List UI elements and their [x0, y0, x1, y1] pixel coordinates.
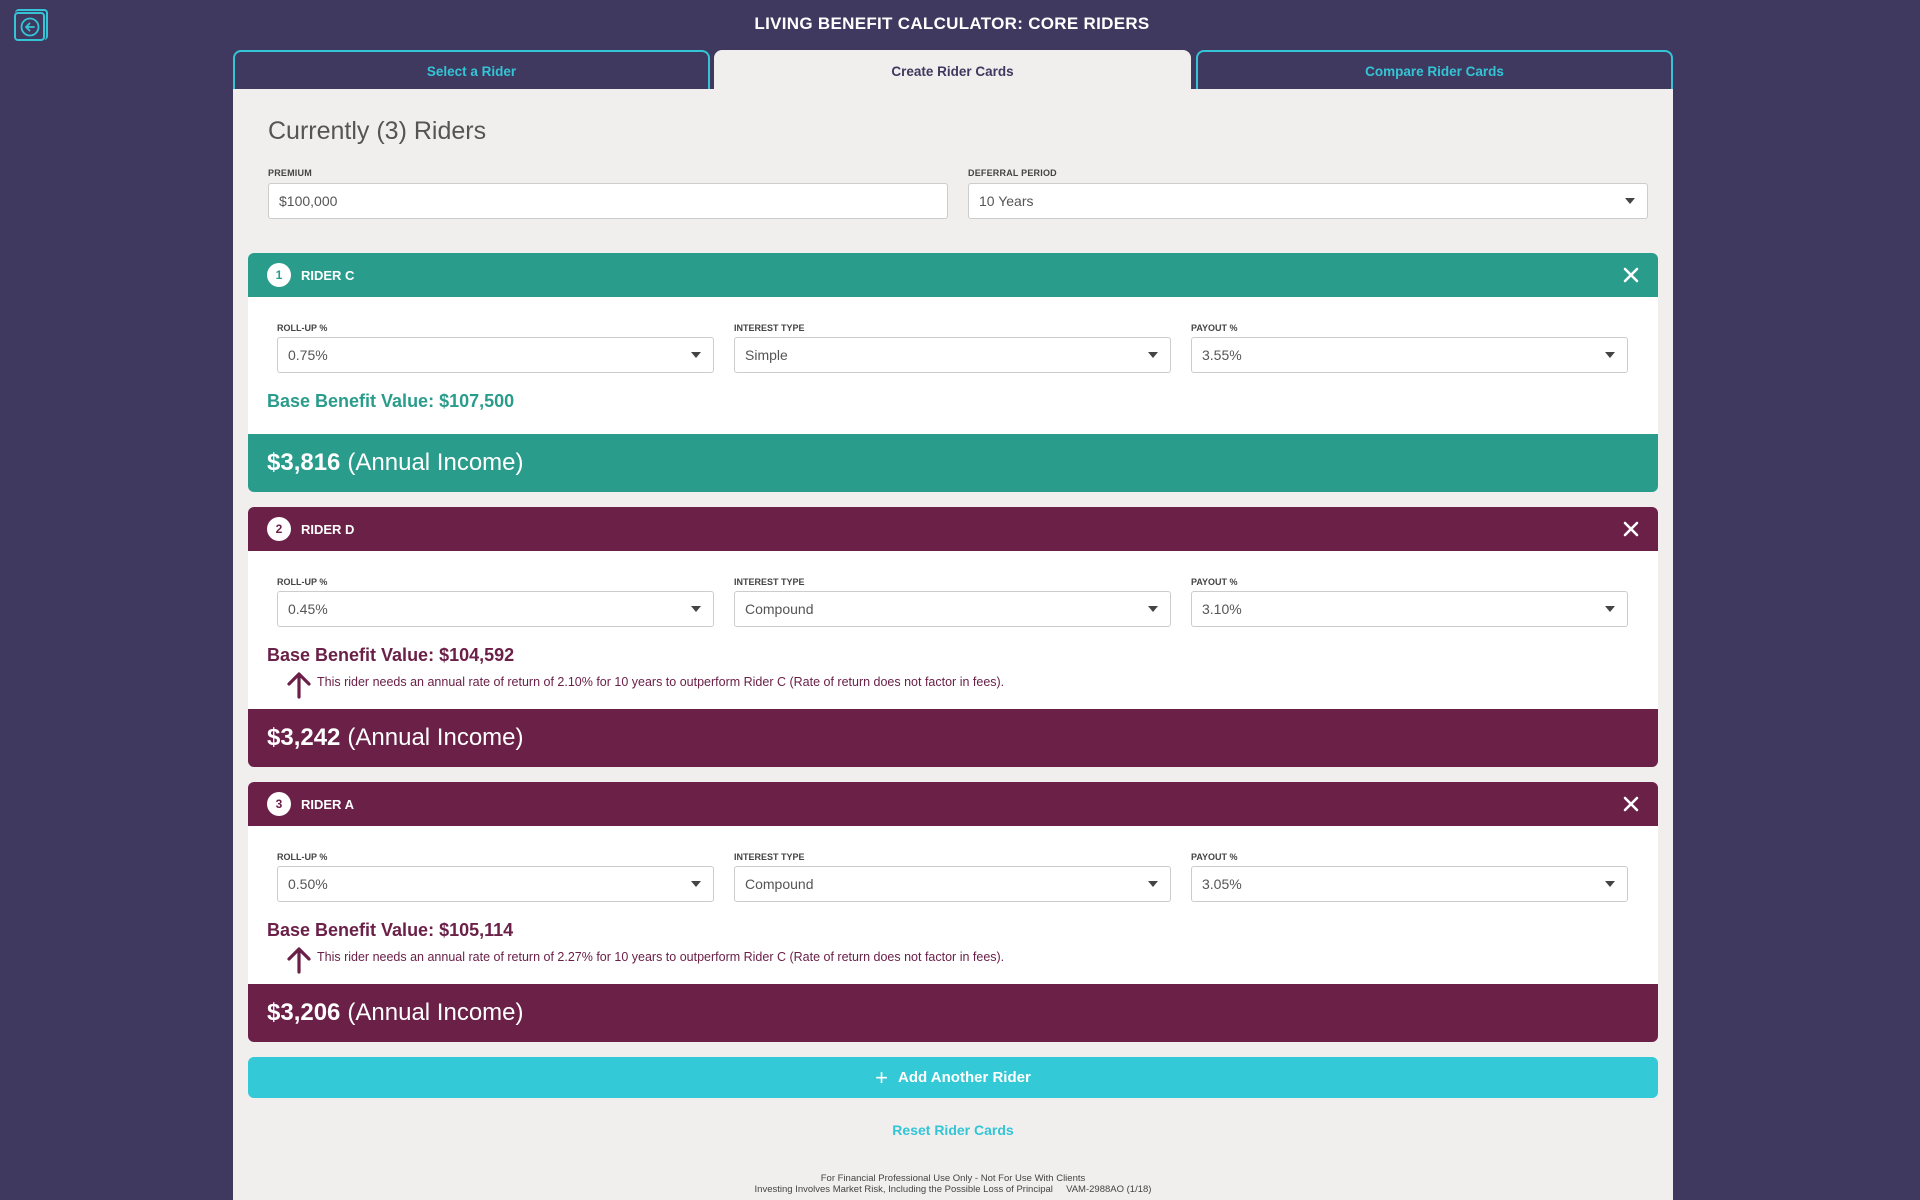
arrow-up-icon — [287, 947, 311, 974]
footer-disclaimer: For Financial Professional Use Only - No… — [233, 1173, 1673, 1195]
rollup-label: ROLL-UP % — [277, 323, 328, 333]
chevron-down-icon — [1148, 881, 1158, 887]
chevron-down-icon — [1148, 352, 1158, 358]
interest-label: INTEREST TYPE — [734, 852, 805, 862]
payout-select[interactable]: 3.55% — [1191, 337, 1628, 373]
rollup-label: ROLL-UP % — [277, 852, 328, 862]
tab-bar: Select a Rider Create Rider Cards Compar… — [233, 50, 1673, 90]
rate-of-return-note: This rider needs an annual rate of retur… — [317, 950, 1005, 964]
deferral-label: DEFERRAL PERIOD — [968, 168, 1057, 178]
chevron-down-icon — [1605, 881, 1615, 887]
scrollbar[interactable] — [1904, 0, 1920, 1200]
footer-line-1: For Financial Professional Use Only - No… — [820, 1173, 1086, 1184]
reset-rider-cards-link[interactable]: Reset Rider Cards — [233, 1122, 1673, 1138]
rollup-select[interactable]: 0.50% — [277, 866, 714, 902]
arrow-up-icon — [287, 672, 311, 699]
chevron-down-icon — [691, 352, 701, 358]
chevron-down-icon — [691, 606, 701, 612]
base-benefit-value: Base Benefit Value: $105,114 — [267, 920, 514, 940]
chevron-down-icon — [1625, 198, 1635, 204]
payout-label: PAYOUT % — [1191, 852, 1238, 862]
interest-value: Compound — [745, 601, 814, 617]
rollup-value: 0.50% — [288, 876, 328, 892]
rider-name: RIDER D — [301, 521, 355, 537]
interest-label: INTEREST TYPE — [734, 323, 805, 333]
main-panel: Currently (3) Riders PREMIUM $100,000 DE… — [233, 89, 1673, 1200]
rider-name: RIDER A — [301, 796, 354, 812]
interest-value: Simple — [745, 347, 788, 363]
chevron-down-icon — [691, 881, 701, 887]
rollup-select[interactable]: 0.45% — [277, 591, 714, 627]
close-icon[interactable] — [1622, 795, 1640, 813]
rollup-value: 0.45% — [288, 601, 328, 617]
interest-label: INTEREST TYPE — [734, 577, 805, 587]
payout-value: 3.05% — [1202, 876, 1242, 892]
income-label: (Annual Income) — [347, 999, 524, 1026]
income-amount: $3,242 — [267, 724, 341, 751]
rider-card-3: 3 RIDER A ROLL-UP % 0.50% INTEREST TYPE … — [248, 782, 1658, 1042]
footer-line-2: Investing Involves Market Risk, Includin… — [754, 1184, 1152, 1195]
interest-select[interactable]: Simple — [734, 337, 1171, 373]
annual-income-bar: $3,206 (Annual Income) — [248, 984, 1658, 1042]
rider-number-badge: 3 — [267, 792, 291, 816]
rate-of-return-note: This rider needs an annual rate of retur… — [317, 675, 1005, 689]
payout-label: PAYOUT % — [1191, 323, 1238, 333]
rider-name: RIDER C — [301, 267, 355, 283]
base-benefit-value: Base Benefit Value: $107,500 — [267, 391, 515, 411]
app-title: LIVING BENEFIT CALCULATOR: CORE RIDERS — [754, 14, 1150, 33]
chevron-down-icon — [1148, 606, 1158, 612]
interest-select[interactable]: Compound — [734, 591, 1171, 627]
deferral-value: 10 Years — [979, 193, 1034, 209]
rollup-label: ROLL-UP % — [277, 577, 328, 587]
interest-value: Compound — [745, 876, 814, 892]
payout-select[interactable]: 3.05% — [1191, 866, 1628, 902]
income-amount: $3,816 — [267, 449, 341, 476]
rollup-value: 0.75% — [288, 347, 328, 363]
interest-select[interactable]: Compound — [734, 866, 1171, 902]
annual-income-bar: $3,242 (Annual Income) — [248, 709, 1658, 767]
page-title: Currently (3) Riders — [268, 117, 487, 145]
payout-value: 3.55% — [1202, 347, 1242, 363]
base-benefit-value: Base Benefit Value: $104,592 — [267, 645, 515, 665]
deferral-select[interactable]: 10 Years — [968, 183, 1648, 219]
payout-label: PAYOUT % — [1191, 577, 1238, 587]
payout-select[interactable]: 3.10% — [1191, 591, 1628, 627]
income-label: (Annual Income) — [347, 724, 524, 751]
add-rider-button[interactable]: + Add Another Rider — [248, 1057, 1658, 1098]
tab-create-rider-cards[interactable]: Create Rider Cards — [714, 50, 1191, 90]
tab-compare-rider-cards[interactable]: Compare Rider Cards — [1196, 50, 1673, 90]
premium-input[interactable]: $100,000 — [268, 183, 948, 219]
rider-card-1: 1 RIDER C ROLL-UP % 0.75% INTEREST TYPE … — [248, 253, 1658, 492]
payout-value: 3.10% — [1202, 601, 1242, 617]
add-rider-label: Add Another Rider — [898, 1069, 1031, 1086]
close-icon[interactable] — [1622, 520, 1640, 538]
rider-number-badge: 2 — [267, 517, 291, 541]
plus-icon: + — [875, 1064, 889, 1090]
rider-card-header: 2 RIDER D — [248, 507, 1658, 551]
chevron-down-icon — [1605, 606, 1615, 612]
tab-select-rider[interactable]: Select a Rider — [233, 50, 710, 90]
rollup-select[interactable]: 0.75% — [277, 337, 714, 373]
premium-label: PREMIUM — [268, 168, 312, 178]
income-amount: $3,206 — [267, 999, 341, 1026]
rider-card-header: 1 RIDER C — [248, 253, 1658, 297]
rider-number-badge: 1 — [267, 263, 291, 287]
rider-card-2: 2 RIDER D ROLL-UP % 0.45% INTEREST TYPE … — [248, 507, 1658, 767]
annual-income-bar: $3,816 (Annual Income) — [248, 434, 1658, 492]
close-icon[interactable] — [1622, 266, 1640, 284]
income-label: (Annual Income) — [347, 449, 524, 476]
rider-card-header: 3 RIDER A — [248, 782, 1658, 826]
chevron-down-icon — [1605, 352, 1615, 358]
